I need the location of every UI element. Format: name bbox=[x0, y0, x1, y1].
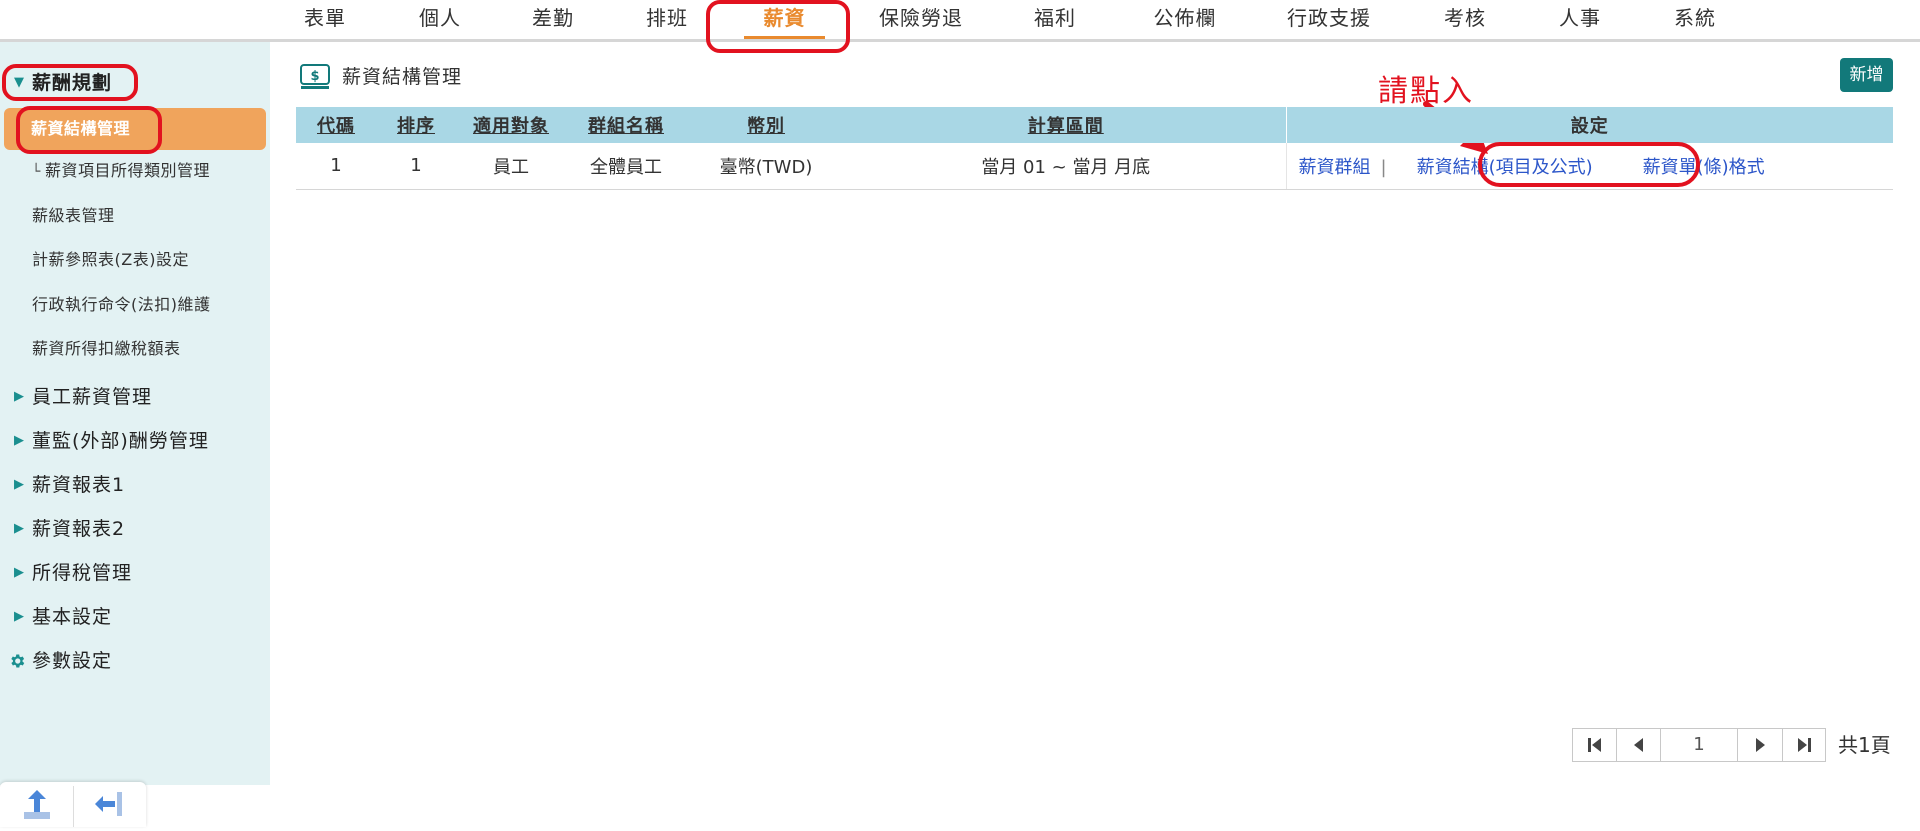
caret-right-icon: ▶ bbox=[14, 521, 25, 536]
sidebar-group-basic-settings[interactable]: ▶ 基本設定 bbox=[0, 600, 270, 634]
tree-branch-marker: └ bbox=[32, 164, 41, 180]
tab-scheduling[interactable]: 排班 bbox=[622, 0, 712, 39]
tab-bulletin[interactable]: 公佈欄 bbox=[1135, 0, 1235, 39]
sidebar-group-label: 所得稅管理 bbox=[32, 562, 133, 584]
caret-right-icon: ▶ bbox=[14, 609, 25, 624]
salary-structure-link[interactable]: 薪資結構(項目及公式) bbox=[1417, 157, 1593, 178]
sidebar-group-compensation-planning[interactable]: ▼ 薪酬規劃 bbox=[0, 66, 270, 100]
table-header-row: 代碼 排序 適用對象 群組名稱 幣別 計算區間 設定 bbox=[296, 107, 1893, 143]
sidebar-group-label: 參數設定 bbox=[32, 650, 113, 672]
upload-icon bbox=[24, 790, 50, 819]
collapse-sidebar-icon bbox=[95, 792, 122, 816]
sidebar-group-report-1[interactable]: ▶ 薪資報表1 bbox=[0, 468, 270, 502]
salary-structure-table: 代碼 排序 適用對象 群組名稱 幣別 計算區間 設定 1 1 員工 全體員工 臺… bbox=[296, 107, 1893, 190]
tab-welfare[interactable]: 福利 bbox=[1010, 0, 1100, 39]
column-header-order[interactable]: 排序 bbox=[376, 107, 456, 143]
first-page-icon bbox=[1588, 738, 1601, 752]
sidebar: ▼ 薪酬規劃 薪資結構管理 └ 薪資項目所得類別管理 薪級表管理 計薪參照表(Z表… bbox=[0, 42, 270, 827]
link-separator: | bbox=[1380, 156, 1387, 178]
cell-target: 員工 bbox=[456, 143, 566, 190]
top-navigation: 表單 個人 差勤 排班 薪資 保險勞退 福利 公佈欄 行政支援 考核 人事 系統 bbox=[0, 0, 1920, 42]
last-page-icon bbox=[1798, 738, 1811, 752]
sidebar-item-label: 薪資項目所得類別管理 bbox=[44, 161, 210, 180]
cell-group: 全體員工 bbox=[566, 143, 686, 190]
sidebar-item-withholding-table[interactable]: 薪資所得扣繳稅額表 bbox=[32, 334, 181, 364]
sidebar-bottom-toolbar bbox=[0, 782, 146, 827]
sidebar-group-label: 薪資報表1 bbox=[32, 474, 126, 496]
prev-page-icon bbox=[1634, 738, 1643, 752]
caret-right-icon: ▶ bbox=[14, 433, 25, 448]
sidebar-item-garnishment[interactable]: 行政執行命令(法扣)維護 bbox=[32, 290, 211, 320]
column-header-group[interactable]: 群組名稱 bbox=[566, 107, 686, 143]
column-header-currency[interactable]: 幣別 bbox=[686, 107, 846, 143]
column-header-target[interactable]: 適用對象 bbox=[456, 107, 566, 143]
caret-down-icon: ▼ bbox=[14, 75, 25, 90]
tab-payroll[interactable]: 薪資 bbox=[722, 0, 847, 39]
sidebar-group-income-tax[interactable]: ▶ 所得稅管理 bbox=[0, 556, 270, 590]
main-content: $ 薪資結構管理 新增 請點入 代碼 排序 適用對象 群組名稱 幣別 計算區間 … bbox=[270, 42, 1920, 785]
table-row: 1 1 員工 全體員工 臺幣(TWD) 當月 01 ~ 當月 月底 薪資群組 | 薪… bbox=[296, 143, 1893, 190]
sidebar-group-label: 董監(外部)酬勞管理 bbox=[32, 430, 209, 452]
svg-text:$: $ bbox=[310, 69, 319, 84]
prev-page-button[interactable] bbox=[1616, 728, 1660, 762]
tab-hr[interactable]: 人事 bbox=[1535, 0, 1625, 39]
collapse-sidebar-button[interactable] bbox=[73, 782, 146, 827]
current-page-input[interactable]: 1 bbox=[1660, 728, 1738, 762]
total-pages: 共1頁 bbox=[1838, 733, 1891, 757]
sidebar-group-parameter-settings[interactable]: 參數設定 bbox=[0, 644, 270, 678]
sidebar-item-pay-scale[interactable]: 薪級表管理 bbox=[32, 201, 115, 231]
page-title: 薪資結構管理 bbox=[342, 66, 463, 88]
sidebar-group-label: 薪酬規劃 bbox=[32, 72, 113, 94]
sidebar-group-label: 薪資報表2 bbox=[32, 518, 126, 540]
tab-attendance[interactable]: 差勤 bbox=[508, 0, 598, 39]
upload-button[interactable] bbox=[0, 782, 73, 827]
cell-period: 當月 01 ~ 當月 月底 bbox=[846, 143, 1286, 190]
last-page-button[interactable] bbox=[1782, 728, 1826, 762]
cell-order: 1 bbox=[376, 143, 456, 190]
salary-group-link[interactable]: 薪資群組 bbox=[1299, 157, 1371, 178]
caret-right-icon: ▶ bbox=[14, 477, 25, 492]
add-button[interactable]: 新增 bbox=[1840, 58, 1893, 92]
sidebar-group-employee-salary[interactable]: ▶ 員工薪資管理 bbox=[0, 380, 270, 414]
money-icon: $ bbox=[300, 64, 330, 89]
caret-right-icon: ▶ bbox=[14, 565, 25, 580]
tab-system[interactable]: 系統 bbox=[1650, 0, 1740, 39]
next-page-icon bbox=[1756, 738, 1765, 752]
tab-evaluation[interactable]: 考核 bbox=[1420, 0, 1510, 39]
sidebar-group-label: 基本設定 bbox=[32, 606, 113, 628]
column-header-period[interactable]: 計算區間 bbox=[846, 107, 1286, 143]
next-page-button[interactable] bbox=[1738, 728, 1782, 762]
sidebar-item-income-category[interactable]: └ 薪資項目所得類別管理 bbox=[32, 156, 210, 186]
sidebar-group-report-2[interactable]: ▶ 薪資報表2 bbox=[0, 512, 270, 546]
first-page-button[interactable] bbox=[1572, 728, 1616, 762]
column-header-code[interactable]: 代碼 bbox=[296, 107, 376, 143]
tab-insurance[interactable]: 保險勞退 bbox=[862, 0, 980, 39]
cell-code: 1 bbox=[296, 143, 376, 190]
pay-slip-format-link[interactable]: 薪資單(條)格式 bbox=[1643, 157, 1765, 178]
sidebar-item-z-table[interactable]: 計薪參照表(Z表)設定 bbox=[32, 245, 189, 275]
cell-currency: 臺幣(TWD) bbox=[686, 143, 846, 190]
sidebar-group-label: 員工薪資管理 bbox=[32, 386, 153, 408]
sidebar-group-director-remuneration[interactable]: ▶ 董監(外部)酬勞管理 bbox=[0, 424, 270, 458]
sidebar-item-salary-structure[interactable]: 薪資結構管理 bbox=[4, 108, 266, 150]
gear-icon bbox=[11, 654, 25, 668]
tab-personal[interactable]: 個人 bbox=[395, 0, 485, 39]
column-header-settings: 設定 bbox=[1285, 107, 1893, 143]
cell-settings: 薪資群組 | 薪資結構(項目及公式) 薪資單(條)格式 bbox=[1285, 143, 1893, 190]
caret-right-icon: ▶ bbox=[14, 389, 25, 404]
tab-forms[interactable]: 表單 bbox=[280, 0, 370, 39]
tab-admin-support[interactable]: 行政支援 bbox=[1270, 0, 1388, 39]
